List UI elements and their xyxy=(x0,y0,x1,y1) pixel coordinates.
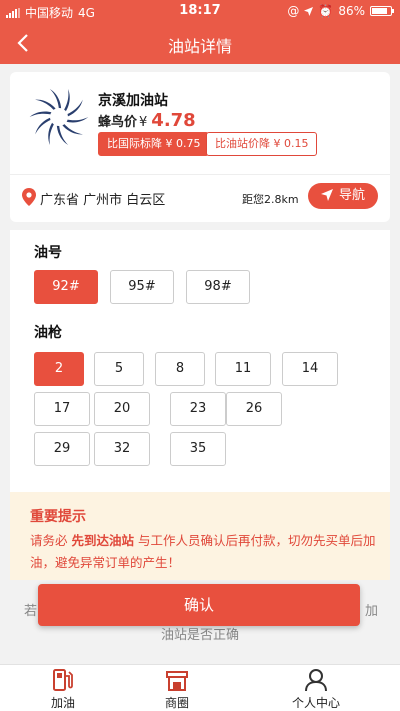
fuel-type-option[interactable]: 98# xyxy=(186,270,250,304)
station-card: 京溪加油站 蜂鸟价 ¥ 4.78 比国际标降 ¥ 0.75 比油站价降 ¥ 0.… xyxy=(10,72,390,222)
discount-tag-national: 比国际标降 ¥ 0.75 xyxy=(98,132,210,156)
gun-option[interactable]: 26 xyxy=(226,392,282,426)
covered-hint-right: 加 xyxy=(364,604,378,619)
alarm-icon: ⏰ xyxy=(318,4,334,18)
covered-hint-line2: 油站是否正确 xyxy=(160,628,239,643)
discount-tag-station: 比油站价降 ¥ 0.15 xyxy=(206,132,318,156)
fuel-type-option[interactable]: 95# xyxy=(110,270,174,304)
station-address: 广东省 广州市 白云区 xyxy=(40,193,166,208)
notice-text-a: 请务必 xyxy=(30,533,72,548)
battery-icon xyxy=(370,6,394,16)
confirm-button[interactable]: 确认 xyxy=(38,584,360,626)
notice-text-highlight: 先到达油站 xyxy=(71,533,134,548)
tab-bar: 加油 商圈 个人中心 xyxy=(0,664,400,711)
navigation-arrow-icon xyxy=(320,189,333,201)
location-pin-icon xyxy=(22,188,36,206)
gun-option[interactable]: 2 xyxy=(34,352,84,386)
important-notice: 重要提示 请务必 先到达油站 与工作人员确认后再付款，切勿先买单后加油，避免异常… xyxy=(10,492,390,580)
gun-option[interactable]: 23 xyxy=(170,392,226,426)
station-distance: 距您2.8km xyxy=(242,193,299,206)
fuel-type-option[interactable]: 92# xyxy=(34,270,98,304)
page-title: 油站详情 xyxy=(167,37,232,56)
tab-shop[interactable]: 商圈 xyxy=(137,667,217,711)
lock-rotation-icon: @ xyxy=(287,4,300,18)
nav-bar: 油站详情 xyxy=(0,22,400,64)
gun-option[interactable]: 29 xyxy=(34,432,90,466)
gun-option[interactable]: 5 xyxy=(94,352,144,386)
status-bar: 中国移动 4G 18:17 @ ⏰ 86% xyxy=(0,0,400,22)
divider xyxy=(10,174,390,175)
tab-profile-label: 个人中心 xyxy=(291,696,340,710)
gun-option[interactable]: 14 xyxy=(282,352,338,386)
fuel-type-title: 油号 xyxy=(34,245,62,261)
notice-text: 请务必 先到达油站 与工作人员确认后再付款，切勿先买单后加油，避免异常订单的产生… xyxy=(30,530,380,574)
gun-title: 油枪 xyxy=(34,325,62,341)
gun-option[interactable]: 17 xyxy=(34,392,90,426)
selection-card: 油号 92# 95# 98# 油枪 2 5 8 11 14 17 20 23 26 29 32 35 xyxy=(10,230,390,492)
navigate-button[interactable]: 导航 xyxy=(308,183,378,209)
price-row: 蜂鸟价 ¥ 4.78 xyxy=(98,110,196,131)
station-name: 京溪加油站 xyxy=(98,93,168,109)
fuel-pump-icon xyxy=(53,669,73,691)
battery-text: 86% xyxy=(338,4,365,18)
tab-profile[interactable]: 个人中心 xyxy=(276,667,356,711)
gun-option[interactable]: 32 xyxy=(94,432,150,466)
price-label: 蜂鸟价 xyxy=(98,115,138,130)
station-logo xyxy=(29,89,89,145)
tab-refuel-label: 加油 xyxy=(50,696,75,710)
navigate-label: 导航 xyxy=(338,188,365,203)
tab-shop-label: 商圈 xyxy=(164,696,189,710)
gun-option[interactable]: 11 xyxy=(215,352,271,386)
tab-refuel[interactable]: 加油 xyxy=(23,667,103,711)
gun-option[interactable]: 35 xyxy=(170,432,226,466)
shop-icon xyxy=(166,671,188,691)
gun-option[interactable]: 20 xyxy=(94,392,150,426)
covered-hint-left: 若 xyxy=(24,604,38,619)
currency-symbol: ¥ xyxy=(139,115,148,130)
location-arrow-icon xyxy=(304,6,314,16)
notice-title: 重要提示 xyxy=(30,509,86,525)
gun-option[interactable]: 8 xyxy=(155,352,205,386)
user-icon xyxy=(305,669,327,692)
price-value: 4.78 xyxy=(151,110,196,131)
